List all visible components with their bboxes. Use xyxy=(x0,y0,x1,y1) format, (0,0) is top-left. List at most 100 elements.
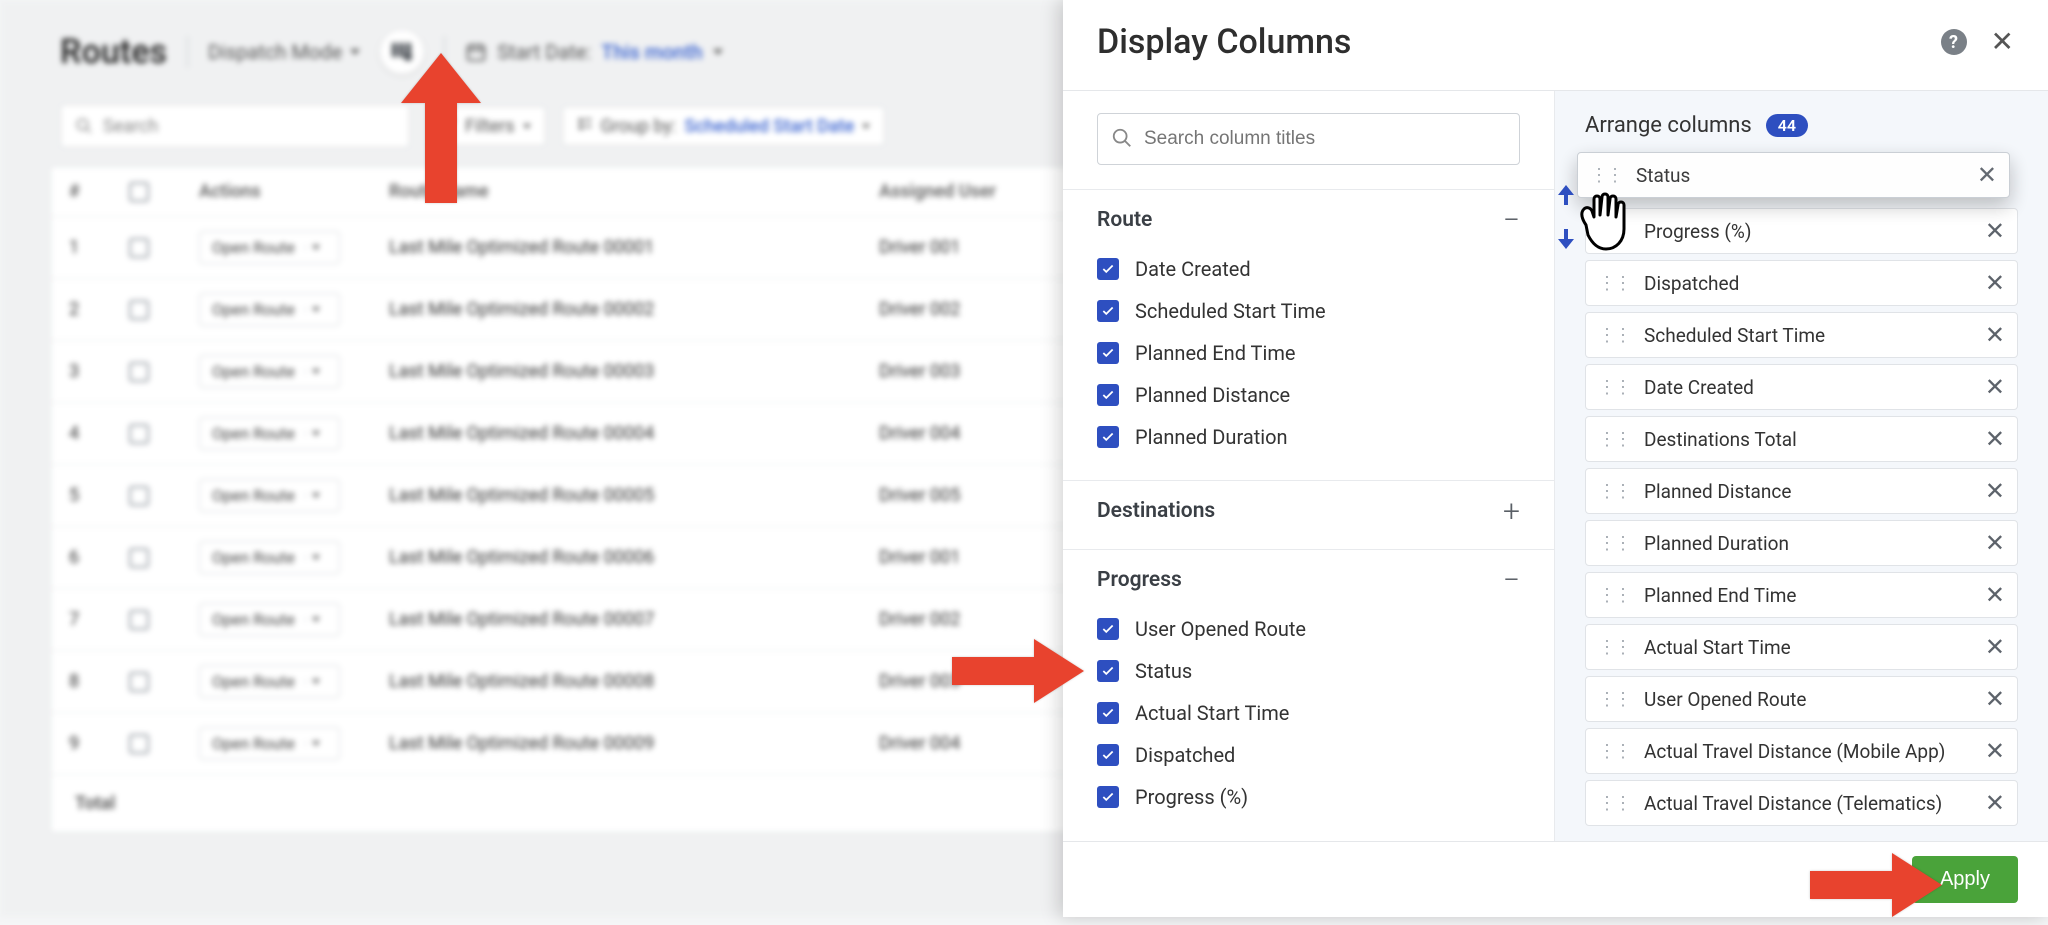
column-option[interactable]: Status xyxy=(1063,650,1554,692)
drag-handle-icon[interactable]: ⋮⋮ xyxy=(1598,273,1630,294)
drag-handle-icon[interactable]: ⋮⋮ xyxy=(1598,533,1630,554)
start-date-filter[interactable]: Start Date: This month xyxy=(465,40,722,64)
column-option[interactable]: Planned End Time xyxy=(1063,332,1554,374)
arranged-column-chip[interactable]: ⋮⋮Actual Travel Distance (Telematics)✕ xyxy=(1585,780,2018,826)
dispatch-mode-dropdown[interactable]: Dispatch Mode xyxy=(208,40,360,64)
help-icon[interactable]: ? xyxy=(1941,29,1967,55)
open-route-button[interactable]: Open Route xyxy=(199,355,340,388)
column-option[interactable]: Scheduled Start Time xyxy=(1063,290,1554,332)
remove-icon[interactable]: ✕ xyxy=(1985,427,2005,451)
column-option[interactable]: Planned Distance xyxy=(1063,374,1554,416)
arranged-column-chip[interactable]: ⋮⋮ Planned Duration ✕ xyxy=(1585,520,2018,566)
column-option[interactable]: Progress (%) xyxy=(1063,776,1554,818)
chip-label: Planned Duration xyxy=(1644,532,1789,555)
open-route-button[interactable]: Open Route xyxy=(199,603,340,636)
checkbox-checked[interactable] xyxy=(1097,426,1119,448)
row-checkbox[interactable] xyxy=(129,424,149,444)
apply-button[interactable]: Apply xyxy=(1912,856,2018,903)
row-checkbox[interactable] xyxy=(129,238,149,258)
remove-icon[interactable]: ✕ xyxy=(1985,271,2005,295)
group-by-button[interactable]: Group by: Scheduled Start Date xyxy=(562,106,886,146)
remove-icon[interactable]: ✕ xyxy=(1985,531,2005,555)
drag-handle-icon[interactable]: ⋮⋮ xyxy=(1598,377,1630,398)
checkbox-checked[interactable] xyxy=(1097,744,1119,766)
remove-icon[interactable]: ✕ xyxy=(1985,375,2005,399)
column-option[interactable]: Actual Start Time xyxy=(1063,692,1554,734)
checkbox-checked[interactable] xyxy=(1097,660,1119,682)
checkbox-checked[interactable] xyxy=(1097,384,1119,406)
remove-icon[interactable]: ✕ xyxy=(1985,687,2005,711)
row-checkbox[interactable] xyxy=(129,610,149,630)
remove-icon[interactable]: ✕ xyxy=(1985,739,2005,763)
checkbox-checked[interactable] xyxy=(1097,702,1119,724)
drag-handle-icon[interactable]: ⋮⋮ xyxy=(1598,689,1630,710)
remove-icon[interactable]: ✕ xyxy=(1985,323,2005,347)
remove-icon[interactable]: ✕ xyxy=(1985,479,2005,503)
row-checkbox[interactable] xyxy=(129,300,149,320)
arranged-column-chip[interactable]: ⋮⋮Actual Start Time✕ xyxy=(1585,624,2018,670)
open-route-button[interactable]: Open Route xyxy=(199,541,340,574)
open-route-button[interactable]: Open Route xyxy=(199,727,340,760)
group-header[interactable]: Route− xyxy=(1063,190,1554,246)
arranged-column-chip[interactable]: ⋮⋮Progress (%)✕ xyxy=(1585,208,2018,254)
row-index: 6 xyxy=(69,547,129,568)
open-route-button[interactable]: Open Route xyxy=(199,293,340,326)
select-all-checkbox[interactable] xyxy=(129,182,149,202)
chevron-down-icon xyxy=(312,555,320,560)
drag-handle-icon[interactable]: ⋮⋮ xyxy=(1598,221,1630,242)
column-search-input[interactable] xyxy=(1097,113,1520,165)
search-placeholder: Search xyxy=(103,116,158,137)
page-title: Routes xyxy=(60,32,167,72)
drag-handle-icon[interactable]: ⋮⋮ xyxy=(1598,325,1630,346)
group-header[interactable]: Progress− xyxy=(1063,550,1554,606)
search-input-wrapper[interactable]: Search xyxy=(60,104,410,148)
chevron-down-icon xyxy=(312,369,320,374)
drag-handle-icon[interactable]: ⋮⋮ xyxy=(1598,793,1630,814)
arranged-column-chip[interactable]: ⋮⋮Dispatched✕ xyxy=(1585,260,2018,306)
column-option-label: Progress (%) xyxy=(1135,785,1248,809)
remove-icon[interactable]: ✕ xyxy=(1977,163,1997,187)
checkbox-checked[interactable] xyxy=(1097,342,1119,364)
row-checkbox[interactable] xyxy=(129,362,149,382)
row-checkbox[interactable] xyxy=(129,672,149,692)
checkbox-checked[interactable] xyxy=(1097,300,1119,322)
column-option[interactable]: Planned Duration xyxy=(1063,416,1554,458)
open-route-button[interactable]: Open Route xyxy=(199,665,340,698)
group-header[interactable]: Destinations+ xyxy=(1063,481,1554,537)
arranged-column-chip[interactable]: ⋮⋮Planned Distance✕ xyxy=(1585,468,2018,514)
remove-icon[interactable]: ✕ xyxy=(1985,583,2005,607)
display-columns-button[interactable] xyxy=(380,30,424,74)
filters-button[interactable]: Filters xyxy=(426,106,546,146)
checkbox-checked[interactable] xyxy=(1097,786,1119,808)
column-option[interactable]: Dispatched xyxy=(1063,734,1554,776)
minus-icon: − xyxy=(1503,213,1520,228)
drag-handle-icon[interactable]: ⋮⋮ xyxy=(1598,429,1630,450)
checkbox-checked[interactable] xyxy=(1097,618,1119,640)
col-route-name: Route Name xyxy=(389,181,879,202)
drag-handle-icon[interactable]: ⋮⋮ xyxy=(1598,481,1630,502)
open-route-button[interactable]: Open Route xyxy=(199,417,340,450)
drag-handle-icon[interactable]: ⋮⋮ xyxy=(1590,165,1622,186)
drag-handle-icon[interactable]: ⋮⋮ xyxy=(1598,741,1630,762)
arranged-column-chip[interactable]: ⋮⋮Actual Travel Distance (Mobile App)✕ xyxy=(1585,728,2018,774)
drag-handle-icon[interactable]: ⋮⋮ xyxy=(1598,637,1630,658)
open-route-button[interactable]: Open Route xyxy=(199,479,340,512)
checkbox-checked[interactable] xyxy=(1097,258,1119,280)
remove-icon[interactable]: ✕ xyxy=(1985,219,2005,243)
open-route-button[interactable]: Open Route xyxy=(199,231,340,264)
arranged-column-chip[interactable]: ⋮⋮Destinations Total✕ xyxy=(1585,416,2018,462)
row-checkbox[interactable] xyxy=(129,548,149,568)
remove-icon[interactable]: ✕ xyxy=(1985,791,2005,815)
arranged-column-chip[interactable]: ⋮⋮Scheduled Start Time✕ xyxy=(1585,312,2018,358)
column-option[interactable]: User Opened Route xyxy=(1063,608,1554,650)
row-checkbox[interactable] xyxy=(129,734,149,754)
arranged-column-chip[interactable]: ⋮⋮User Opened Route✕ xyxy=(1585,676,2018,722)
column-option[interactable]: Date Created xyxy=(1063,248,1554,290)
drag-handle-icon[interactable]: ⋮⋮ xyxy=(1598,585,1630,606)
close-icon[interactable]: ✕ xyxy=(1991,28,2014,56)
arranged-column-chip[interactable]: ⋮⋮Status✕ xyxy=(1577,152,2010,198)
remove-icon[interactable]: ✕ xyxy=(1985,635,2005,659)
arranged-column-chip[interactable]: ⋮⋮Planned End Time✕ xyxy=(1585,572,2018,618)
arranged-column-chip[interactable]: ⋮⋮Date Created✕ xyxy=(1585,364,2018,410)
row-checkbox[interactable] xyxy=(129,486,149,506)
